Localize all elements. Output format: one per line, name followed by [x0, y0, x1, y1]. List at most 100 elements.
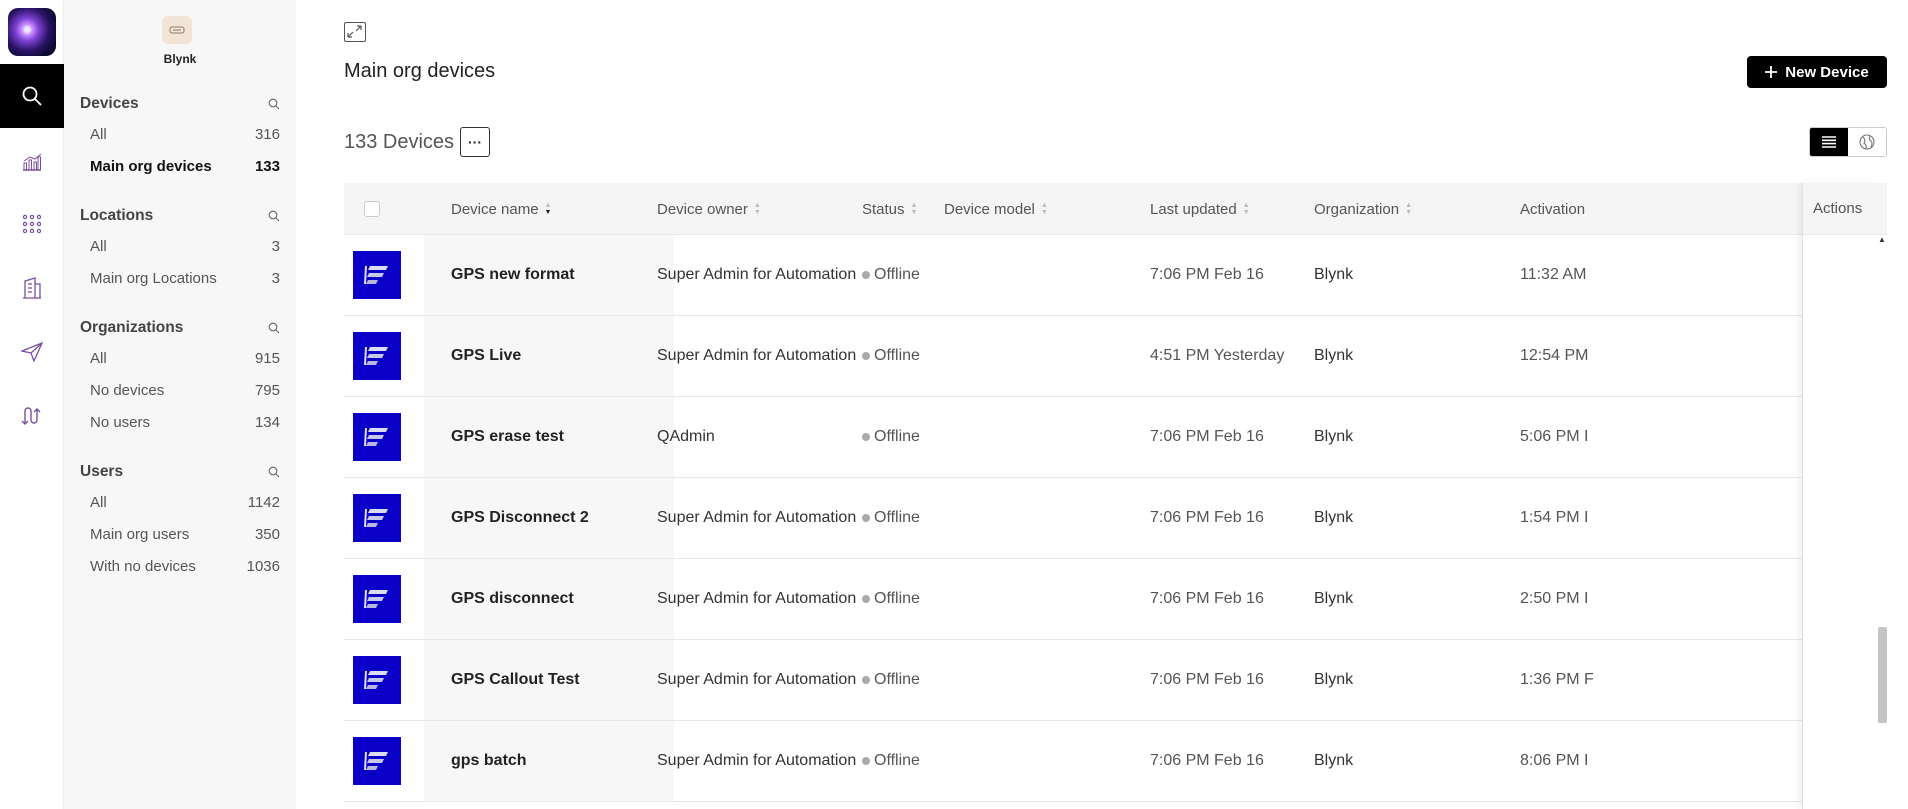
- nav-item-main-org-locations[interactable]: Main org Locations 3: [80, 262, 280, 294]
- more-options-button[interactable]: ···: [460, 127, 490, 157]
- device-name[interactable]: GPS Live: [451, 316, 521, 396]
- send-icon: [21, 342, 43, 362]
- table-row[interactable]: GPS Live Super Admin for Automation Offlin…: [344, 316, 1864, 397]
- status-dot-icon: [862, 595, 870, 603]
- nav-item-no-users[interactable]: No users 134: [80, 406, 280, 438]
- nav-item-users-all[interactable]: All 1142: [80, 486, 280, 518]
- activation: 12:54 PM: [1520, 347, 1589, 364]
- column-actions: Actions: [1803, 183, 1877, 235]
- device-status: Offline: [862, 397, 920, 477]
- messages-nav-button[interactable]: [20, 340, 44, 364]
- nav-item-no-devices[interactable]: No devices 795: [80, 374, 280, 406]
- status-dot-icon: [862, 514, 870, 522]
- status-dot-icon: [862, 433, 870, 441]
- organization: Blynk: [1314, 266, 1354, 283]
- search-icon[interactable]: [268, 322, 280, 334]
- organization: Blynk: [1314, 752, 1354, 769]
- device-template-icon: [364, 346, 388, 366]
- activation: 2:50 PM I: [1520, 590, 1589, 607]
- map-view-button[interactable]: [1848, 128, 1886, 156]
- status-label: Offline: [874, 671, 920, 688]
- org-name: Blynk: [163, 52, 197, 66]
- device-owner: Super Admin for Automation: [657, 590, 857, 607]
- activation: 1:36 PM F: [1520, 671, 1594, 688]
- organization: Blynk: [1314, 509, 1354, 526]
- device-status: Offline: [862, 478, 920, 558]
- sort-icon: ▲ ▼: [1040, 202, 1048, 216]
- nav-item-devices-all[interactable]: All 316: [80, 118, 280, 150]
- status-dot-icon: [862, 271, 870, 279]
- app-logo[interactable]: [8, 8, 56, 56]
- icon-rail: [0, 0, 64, 809]
- last-updated: 7:06 PM Feb 16: [1150, 671, 1264, 688]
- org-logo[interactable]: [162, 16, 192, 44]
- search-icon[interactable]: [268, 466, 280, 478]
- column-device-owner[interactable]: Device owner ▲ ▼: [657, 183, 761, 235]
- nav-item-locations-all[interactable]: All 3: [80, 230, 280, 262]
- device-name[interactable]: GPS Callout Test: [451, 640, 580, 720]
- device-name[interactable]: GPS disconnect: [451, 559, 574, 639]
- column-device-name[interactable]: Device name ▲ ▼: [451, 183, 551, 235]
- activation: 1:54 PM I: [1520, 509, 1589, 526]
- new-device-button[interactable]: New Device: [1747, 56, 1887, 88]
- globe-icon: [1859, 134, 1875, 150]
- device-image: [353, 332, 401, 380]
- sort-icon: ▲ ▼: [753, 202, 761, 216]
- status-label: Offline: [874, 752, 920, 769]
- nav-item-with-no-devices[interactable]: With no devices 1036: [80, 550, 280, 582]
- status-label: Offline: [874, 266, 920, 283]
- scroll-thumb[interactable]: [1878, 627, 1887, 723]
- nav-panel: Blynk Devices All 316 Main org devices 133…: [64, 0, 296, 809]
- column-status[interactable]: Status ▲ ▼: [862, 183, 917, 235]
- table-row[interactable]: GPS disconnect Super Admin for Automation…: [344, 559, 1864, 640]
- table-scrollbar[interactable]: ▲: [1878, 235, 1887, 809]
- device-name[interactable]: gps batch: [451, 721, 527, 801]
- search-icon[interactable]: [268, 98, 280, 110]
- nav-section-title: Users: [80, 463, 124, 480]
- page-title: Main org devices: [344, 60, 496, 82]
- analytics-nav-button[interactable]: [20, 150, 44, 174]
- device-name[interactable]: GPS new format: [451, 235, 575, 315]
- device-image: [353, 656, 401, 704]
- table-row[interactable]: GPS Callout Test Super Admin for Automati…: [344, 640, 1864, 721]
- search-icon[interactable]: [268, 210, 280, 222]
- column-organization[interactable]: Organization ▲ ▼: [1314, 183, 1412, 235]
- list-view-button[interactable]: [1810, 128, 1848, 156]
- apps-nav-button[interactable]: [20, 212, 44, 236]
- actions-column: Actions: [1802, 183, 1877, 809]
- building-icon: [23, 277, 41, 299]
- last-updated: 7:06 PM Feb 16: [1150, 266, 1264, 283]
- column-last-updated[interactable]: Last updated ▲ ▼: [1150, 183, 1250, 235]
- list-view-icon: [1822, 136, 1836, 148]
- nav-item-main-org-users[interactable]: Main org users 350: [80, 518, 280, 550]
- device-template-icon: [364, 427, 388, 447]
- select-all-checkbox-cell: [364, 183, 380, 235]
- column-activation[interactable]: Activation: [1520, 183, 1585, 235]
- device-name[interactable]: GPS erase test: [451, 397, 564, 477]
- scroll-up-arrow-icon[interactable]: ▲: [1878, 235, 1886, 244]
- table-row[interactable]: GPS new format Super Admin for Automation…: [344, 235, 1864, 316]
- nav-item-organizations-all[interactable]: All 915: [80, 342, 280, 374]
- table-row[interactable]: gps batch Super Admin for Automation Offli…: [344, 721, 1864, 802]
- device-template-icon: [364, 265, 388, 285]
- activation: 8:06 PM I: [1520, 752, 1589, 769]
- device-owner: Super Admin for Automation: [657, 347, 857, 364]
- table-row[interactable]: GPS Disconnect 2 Super Admin for Automati…: [344, 478, 1864, 559]
- select-all-checkbox[interactable]: [364, 201, 380, 217]
- device-owner: Super Admin for Automation: [657, 671, 857, 688]
- search-nav-button[interactable]: [0, 64, 64, 128]
- column-device-model[interactable]: Device model ▲ ▼: [944, 183, 1048, 235]
- device-template-icon: [364, 670, 388, 690]
- nav-item-main-org-devices[interactable]: Main org devices 133: [80, 150, 280, 182]
- expand-button[interactable]: [344, 22, 366, 42]
- organizations-nav-button[interactable]: [20, 276, 44, 300]
- device-name[interactable]: GPS Disconnect 2: [451, 478, 589, 558]
- device-owner: QAdmin: [657, 428, 715, 445]
- nav-section-locations: Locations All 3 Main org Locations 3: [80, 202, 280, 294]
- nav-section-organizations: Organizations All 915 No devices 795 No us…: [80, 314, 280, 438]
- device-owner: Super Admin for Automation: [657, 752, 857, 769]
- table-row[interactable]: GPS erase test QAdmin Offline 7:06 PM Feb 1…: [344, 397, 1864, 478]
- status-dot-icon: [862, 352, 870, 360]
- organization: Blynk: [1314, 671, 1354, 688]
- flows-nav-button[interactable]: [20, 404, 44, 428]
